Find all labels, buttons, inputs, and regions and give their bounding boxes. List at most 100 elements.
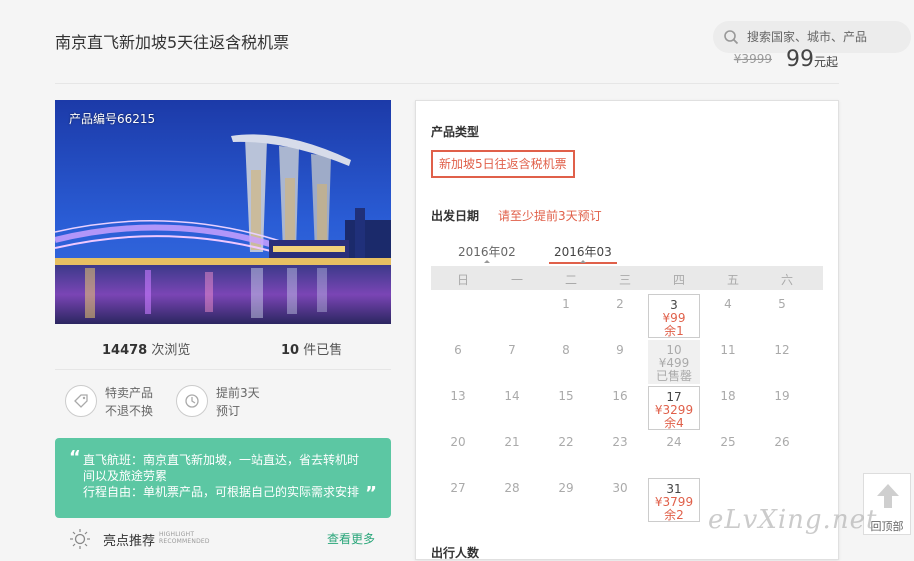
day-number: 7 [508,343,516,357]
day-number: 18 [720,389,736,403]
feature-quote: “ 直飞航班：南京直飞新加坡，一站直达，省去转机时 间以及旅途劳累 行程自由：单… [55,438,391,518]
weekday-sun: 日 [456,273,469,287]
header-divider [55,83,839,84]
calendar-day: 7 [486,340,538,384]
month-label: 2016年03 [554,245,612,259]
day-number: 16 [612,389,628,403]
calendar-day: 15 [540,386,592,430]
tag-icon [65,385,97,417]
product-type-option[interactable]: 新加坡5日往返含税机票 [431,150,575,178]
calendar-day: 12 [756,340,808,384]
quote-line: 行程自由：单机票产品，可根据自己的实际需求安排 [83,485,360,499]
day-number: 12 [774,343,790,357]
day-number: 3 [670,298,678,312]
day-number: 22 [558,435,574,449]
day-number: 27 [450,481,466,495]
badge-advance-booking: 提前3天 预订 [176,384,260,420]
calendar-day[interactable]: 3 ¥99 余1 [648,294,700,338]
calendar-day: 23 [594,432,646,476]
calendar-day: 19 [756,386,808,430]
search-input[interactable] [747,30,897,44]
calendar-day: 5 [756,294,808,338]
calendar-day: 27 [432,478,484,522]
day-number: 26 [774,435,790,449]
day-number: 20 [450,435,466,449]
calendar-day: 22 [540,432,592,476]
highlights-title: 亮点推荐 [103,534,156,549]
calendar-day: 14 [486,386,538,430]
day-number: 15 [558,389,574,403]
search-icon[interactable] [723,29,739,45]
product-image: 产品编号66215 [55,100,391,324]
product-stats: 14478 次浏览 10 件已售 [55,324,391,370]
tab-month-mar[interactable]: 2016年03 [549,243,617,264]
day-number: 28 [504,481,520,495]
sold-label: 件已售 [303,343,343,358]
calendar-day: 24 [648,432,700,476]
clock-icon [176,385,208,417]
watermark: eLvXing.net [708,505,878,535]
weekday-tue: 二 [564,273,577,287]
highlights-bar: 亮点推荐 HIGHLIGHT RECOMMENDED 查看更多 [55,526,391,556]
calendar-day: 25 [702,432,754,476]
weekday-thu: 四 [672,273,685,287]
quote-line: 直飞航班：南京直飞新加坡，一站直达，省去转机时 [83,453,360,467]
caret-icon [579,260,586,263]
badge-line2: 预订 [216,404,241,418]
view-more-link[interactable]: 查看更多 [327,530,375,547]
weekday-wed: 三 [618,273,631,287]
product-type-label: 产品类型 [431,125,480,139]
highlights-eng-line2: RECOMMENDED [159,538,210,545]
booking-panel: 产品类型 新加坡5日往返含税机票 出发日期 请至少提前3天预订 2016年02 … [415,100,839,560]
day-number: 10 [666,343,682,357]
marina-bay-photo [55,100,391,324]
current-price: 99 [785,47,814,72]
calendar-weekdays: 日 一 二 三 四 五 六 [431,266,823,290]
calendar-day[interactable]: 17 ¥3299 余4 [648,386,700,430]
quote-line: 间以及旅途劳累 [83,469,168,483]
product-summary: 产品编号66215 14478 次浏览 10 件已售 特卖产品 不退不换 提前3天… [55,100,391,556]
tab-month-feb[interactable]: 2016年02 [458,243,516,263]
day-number: 1 [562,297,570,311]
calendar-day: 29 [540,478,592,522]
page: 南京直飞新加坡5天往返含税机票 ¥3999 99元起 [0,7,914,560]
departure-date-label: 出发日期 [431,209,480,223]
views-stat: 14478 次浏览 [102,339,190,358]
views-label: 次浏览 [151,343,191,358]
day-number: 31 [666,482,682,496]
original-price: ¥3999 [733,52,772,66]
calendar-day: 2 [594,294,646,338]
day-number: 29 [558,481,574,495]
highlights-subtitle: HIGHLIGHT RECOMMENDED [159,531,210,545]
day-number: 24 [666,435,682,449]
day-stock: 已售罄 [655,369,692,383]
badge-line1: 特卖产品 [105,386,154,400]
weekday-mon: 一 [510,273,523,287]
day-number: 13 [450,389,466,403]
product-badges: 特卖产品 不退不换 提前3天 预订 [55,370,391,438]
calendar-day[interactable]: 31 ¥3799 余2 [648,478,700,522]
quote-open-icon: “ [69,447,81,468]
calendar-day: 8 [540,340,592,384]
day-number: 21 [504,435,520,449]
weekday-fri: 五 [726,273,739,287]
day-stock: 余1 [664,324,684,338]
calendar-day: 13 [432,386,484,430]
calendar-day: 9 [594,340,646,384]
calendar-day: 20 [432,432,484,476]
advance-booking-note: 请至少提前3天预订 [498,209,602,223]
calendar: 日 一 二 三 四 五 六 1 2 3 ¥99 余1 4 5 6 7 8 9 10 ¥499 已售罄 11 1… [431,266,823,522]
highlights-eng-line1: HIGHLIGHT [159,531,195,538]
weekday-sat: 六 [780,273,793,287]
day-number: 14 [504,389,520,403]
price-unit: 元起 [813,55,838,69]
day-number: 17 [666,390,682,404]
calendar-day: 18 [702,386,754,430]
sold-stat: 10 件已售 [281,339,342,358]
month-label: 2016年02 [458,245,516,259]
day-number: 23 [612,435,628,449]
caret-icon [483,260,490,263]
calendar-day: 16 [594,386,646,430]
calendar-day: 11 [702,340,754,384]
calendar-day: 28 [486,478,538,522]
